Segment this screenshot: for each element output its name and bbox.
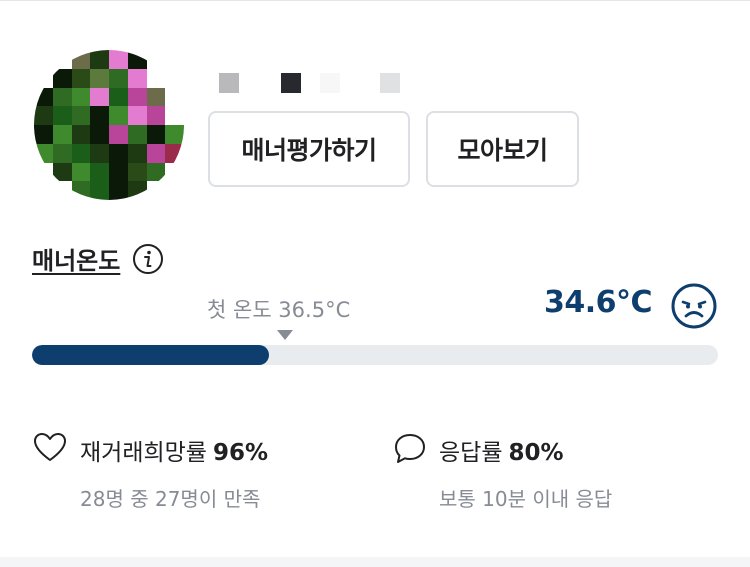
avatar-pixel [34, 162, 53, 182]
caret-down-icon [277, 330, 293, 340]
info-icon[interactable] [132, 243, 164, 275]
top-divider [0, 0, 750, 1]
avatar-pixel [127, 162, 147, 182]
avatar-pixel [52, 162, 72, 182]
avatar-pixel [90, 162, 109, 182]
avatar-pixel [90, 143, 109, 163]
avatar-pixel [71, 50, 91, 69]
avatar-pixel [52, 68, 72, 88]
rebuy-rate-value: 96% [212, 440, 269, 466]
avatar-pixel [71, 162, 91, 182]
avatar-pixel [34, 50, 53, 69]
avatar-pixel [165, 125, 184, 144]
avatar-pixel [146, 87, 166, 107]
response-rate-stat: 응답률 80% [439, 433, 564, 467]
avatar-pixel [34, 87, 53, 107]
nickname-redacted [219, 73, 239, 93]
avatar-pixel [52, 106, 72, 125]
rebuy-rate-label: 재거래희망률 [80, 440, 207, 466]
section-divider [0, 557, 750, 567]
avatar-pixel [165, 87, 184, 107]
view-all-label: 모아보기 [457, 136, 548, 165]
avatar-pixel [146, 125, 166, 144]
speech-bubble-icon [395, 434, 425, 463]
avatar-pixel [34, 106, 53, 125]
manner-temperature-bar-fill [32, 345, 270, 365]
avatar-pixel [71, 68, 91, 88]
avatar-pixel [165, 162, 184, 182]
avatar-pixel [109, 125, 128, 144]
avatar-pixel [127, 106, 147, 125]
avatar-pixel [109, 143, 128, 163]
avatar-pixel [34, 68, 53, 88]
avatar-pixel [34, 143, 53, 163]
rate-manner-label: 매너평가하기 [241, 136, 377, 165]
response-rate-label: 응답률 [439, 440, 503, 466]
nickname-redacted [281, 73, 301, 93]
rate-manner-button[interactable]: 매너평가하기 [208, 111, 410, 187]
avatar-pixel [52, 125, 72, 144]
avatar-pixel [34, 125, 53, 144]
avatar-pixel [146, 106, 166, 125]
response-rate-value: 80% [508, 440, 564, 466]
nickname-redacted [320, 73, 340, 93]
avatar-pixel [52, 50, 72, 69]
avatar-pixel [109, 87, 128, 107]
avatar-pixel [109, 181, 128, 200]
avatar[interactable] [34, 50, 184, 200]
avatar-pixel [90, 50, 109, 69]
avatar-pixel [109, 50, 128, 69]
avatar-pixel [90, 181, 109, 200]
avatar-pixel [71, 87, 91, 107]
current-temperature: 34.6°C [544, 285, 653, 320]
avatar-pixel [127, 143, 147, 163]
response-rate-detail: 보통 10분 이내 응답 [439, 487, 613, 511]
heart-icon [34, 433, 66, 461]
avatar-pixel [127, 50, 147, 69]
view-all-button[interactable]: 모아보기 [426, 111, 579, 187]
avatar-pixel [146, 181, 166, 200]
avatar-pixel [52, 181, 72, 200]
first-temperature-label: 첫 온도 36.5°C [207, 298, 351, 322]
avatar-pixel [90, 87, 109, 107]
avatar-pixel [52, 87, 72, 107]
manner-temperature-title[interactable]: 매너온도 [32, 241, 120, 276]
avatar-pixel [146, 68, 166, 88]
sad-face-icon [671, 283, 717, 329]
avatar-pixel [165, 106, 184, 125]
avatar-pixel [90, 68, 109, 88]
avatar-pixel [146, 162, 166, 182]
avatar-pixel [165, 181, 184, 200]
avatar-pixel [109, 68, 128, 88]
avatar-pixel [109, 106, 128, 125]
avatar-pixel [127, 125, 147, 144]
avatar-pixel [52, 143, 72, 163]
avatar-pixel [146, 50, 166, 69]
avatar-pixel [71, 143, 91, 163]
avatar-pixel [71, 106, 91, 125]
avatar-pixel [165, 50, 184, 69]
avatar-pixel [146, 143, 166, 163]
avatar-pixel [71, 181, 91, 200]
avatar-pixel [165, 143, 184, 163]
manner-temperature-bar [32, 345, 718, 365]
avatar-pixel [127, 68, 147, 88]
avatar-pixel [90, 125, 109, 144]
nickname-redacted [380, 73, 400, 93]
avatar-pixel [109, 162, 128, 182]
rebuy-rate-stat: 재거래희망률 96% [80, 433, 268, 467]
avatar-pixel [90, 106, 109, 125]
avatar-pixel [127, 181, 147, 200]
avatar-pixel [165, 68, 184, 88]
avatar-pixel [34, 181, 53, 200]
avatar-pixel [127, 87, 147, 107]
avatar-pixel [71, 125, 91, 144]
rebuy-rate-detail: 28명 중 27명이 만족 [80, 487, 261, 511]
